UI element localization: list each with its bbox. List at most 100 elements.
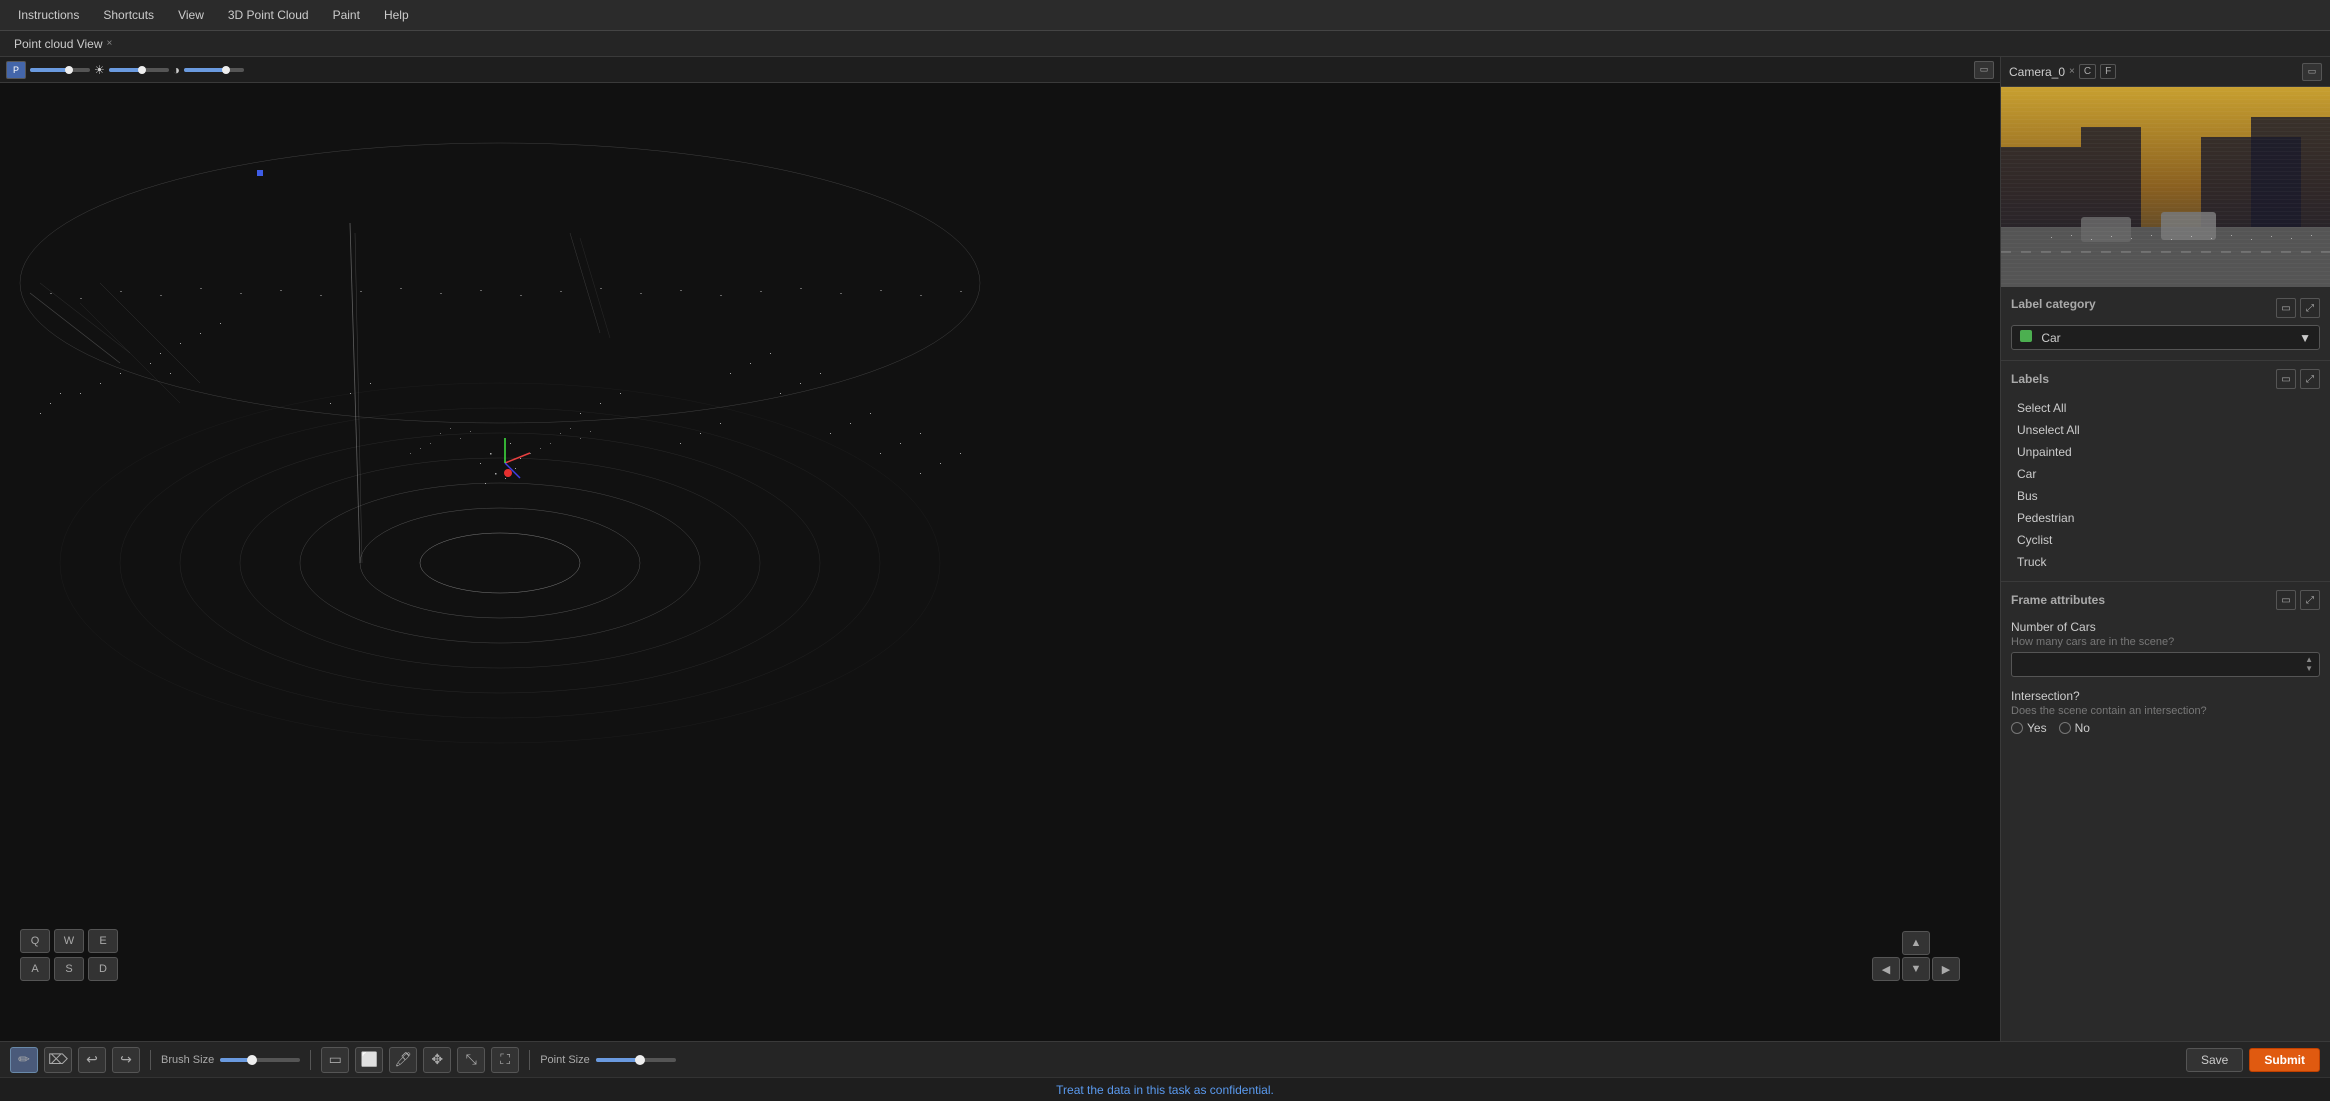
key-row-top: Q W E bbox=[20, 929, 118, 953]
navigation-arrows: ▲ ◀ ▼ ▶ bbox=[1872, 931, 1960, 981]
label-select-all[interactable]: Select All bbox=[2011, 397, 2320, 419]
separator-2 bbox=[310, 1050, 311, 1070]
minimize-btn[interactable]: ▭ bbox=[1974, 61, 1994, 79]
menu-shortcuts[interactable]: Shortcuts bbox=[93, 4, 164, 26]
tab-point-cloud[interactable]: Point cloud View × bbox=[8, 35, 118, 53]
num-cars-input[interactable]: ▲ ▼ bbox=[2011, 652, 2320, 677]
label-car[interactable]: Car bbox=[2011, 463, 2320, 485]
key-q[interactable]: Q bbox=[20, 929, 50, 953]
menu-instructions[interactable]: Instructions bbox=[8, 4, 89, 26]
label-unselect-all[interactable]: Unselect All bbox=[2011, 419, 2320, 441]
frame-attr-header: Frame attributes ▭ ⤢ bbox=[2011, 590, 2320, 610]
key-s[interactable]: S bbox=[54, 957, 84, 981]
category-color-swatch bbox=[2020, 330, 2032, 342]
rectangle-subtract-btn[interactable]: ⬜ bbox=[355, 1047, 383, 1073]
labels-collapse-btn[interactable]: ▭ bbox=[2276, 369, 2296, 389]
camera-header: Camera_0 × C F ▭ bbox=[2001, 57, 2330, 87]
label-unpainted[interactable]: Unpainted bbox=[2011, 441, 2320, 463]
labels-controls: ▭ ⤢ bbox=[2276, 369, 2320, 389]
nav-down-btn[interactable]: ▼ bbox=[1902, 957, 1930, 981]
labels-title: Labels bbox=[2011, 372, 2049, 386]
menu-paint[interactable]: Paint bbox=[323, 4, 370, 26]
save-button[interactable]: Save bbox=[2186, 1048, 2243, 1072]
intersection-no[interactable]: No bbox=[2059, 721, 2090, 735]
brush-size-label: Brush Size bbox=[161, 1054, 214, 1066]
camera-collapse-btn[interactable]: ▭ bbox=[2302, 63, 2322, 81]
camera-badge-c: C bbox=[2079, 64, 2096, 79]
erase-tool-btn[interactable]: ⌦ bbox=[44, 1047, 72, 1073]
brush-size-slider[interactable] bbox=[220, 1058, 300, 1062]
menu-3d-point-cloud[interactable]: 3D Point Cloud bbox=[218, 4, 319, 26]
tab-label: Point cloud View bbox=[14, 37, 103, 51]
pcl-toolbar: P ☀ ◑ ▭ bbox=[0, 57, 2000, 83]
category-dropdown[interactable]: Car ▼ bbox=[2011, 325, 2320, 350]
num-cars-label: Number of Cars bbox=[2011, 620, 2320, 634]
point-cloud-viewport[interactable]: P ☀ ◑ ▭ bbox=[0, 57, 2000, 1041]
intersection-radio-group: Yes No bbox=[2011, 721, 2320, 735]
key-row-bottom: A S D bbox=[20, 957, 118, 981]
menu-bar: Instructions Shortcuts View 3D Point Clo… bbox=[0, 0, 2330, 31]
key-w[interactable]: W bbox=[54, 929, 84, 953]
polygon-tool-btn[interactable]: 🖊 bbox=[389, 1047, 417, 1073]
menu-view[interactable]: View bbox=[168, 4, 214, 26]
redo-tool-btn[interactable]: ↪ bbox=[112, 1047, 140, 1073]
point-cloud-svg bbox=[0, 83, 2000, 1041]
fullscreen-tool-btn[interactable]: ⛶ bbox=[491, 1047, 519, 1073]
nav-up-btn[interactable]: ▲ bbox=[1902, 931, 1930, 955]
intersection-desc: Does the scene contain an intersection? bbox=[2011, 705, 2320, 717]
label-pedestrian[interactable]: Pedestrian bbox=[2011, 507, 2320, 529]
label-category-collapse-btn[interactable]: ▭ bbox=[2276, 298, 2296, 318]
submit-button[interactable]: Submit bbox=[2249, 1048, 2320, 1072]
point-size-label: Point Size bbox=[540, 1054, 590, 1066]
label-truck[interactable]: Truck bbox=[2011, 551, 2320, 573]
keyboard-hints: Q W E A S D bbox=[20, 929, 118, 981]
camera-image bbox=[2001, 87, 2330, 287]
camera-label: Camera_0 × C F bbox=[2009, 64, 2116, 79]
key-d[interactable]: D bbox=[88, 957, 118, 981]
brightness-icon: ☀ bbox=[94, 63, 105, 77]
draw-tool-btn[interactable]: ✏ bbox=[10, 1047, 38, 1073]
contrast-icon: ◑ bbox=[173, 63, 180, 77]
frame-attr-expand-btn[interactable]: ⤢ bbox=[2300, 590, 2320, 610]
brush-size-container: Brush Size bbox=[161, 1054, 300, 1066]
point-size-slider[interactable] bbox=[596, 1058, 676, 1062]
tab-close-btn[interactable]: × bbox=[107, 38, 113, 49]
label-category-expand-btn[interactable]: ⤢ bbox=[2300, 298, 2320, 318]
right-panel: Camera_0 × C F ▭ bbox=[2000, 57, 2330, 1041]
resize-tool-btn[interactable]: ⤡ bbox=[457, 1047, 485, 1073]
labels-expand-btn[interactable]: ⤢ bbox=[2300, 369, 2320, 389]
camera-close-btn[interactable]: × bbox=[2069, 66, 2075, 77]
bottom-toolbar: ✏ ⌦ ↩ ↪ Brush Size ▭ ⬜ 🖊 ✥ ⤡ ⛶ Point Siz… bbox=[0, 1041, 2330, 1077]
rectangle-tool-btn[interactable]: ▭ bbox=[321, 1047, 349, 1073]
label-cyclist[interactable]: Cyclist bbox=[2011, 529, 2320, 551]
third-slider[interactable] bbox=[184, 68, 244, 72]
num-cars-desc: How many cars are in the scene? bbox=[2011, 636, 2320, 648]
intersection-label: Intersection? bbox=[2011, 689, 2320, 703]
intersection-field: Intersection? Does the scene contain an … bbox=[2011, 689, 2320, 735]
frame-attr-title: Frame attributes bbox=[2011, 593, 2105, 607]
dropdown-arrow: ▼ bbox=[2299, 331, 2311, 345]
radio-yes-label: Yes bbox=[2027, 721, 2047, 735]
p-badge[interactable]: P bbox=[6, 61, 26, 79]
point-size-container: Point Size bbox=[540, 1054, 676, 1066]
separator-1 bbox=[150, 1050, 151, 1070]
move-tool-btn[interactable]: ✥ bbox=[423, 1047, 451, 1073]
num-cars-down[interactable]: ▼ bbox=[2305, 665, 2313, 673]
menu-help[interactable]: Help bbox=[374, 4, 419, 26]
status-message: Treat the data in this task as confident… bbox=[1056, 1083, 1274, 1097]
nav-right-btn[interactable]: ▶ bbox=[1932, 957, 1960, 981]
nav-left-btn[interactable]: ◀ bbox=[1872, 957, 1900, 981]
frame-attr-collapse-btn[interactable]: ▭ bbox=[2276, 590, 2296, 610]
key-a[interactable]: A bbox=[20, 957, 50, 981]
num-cars-up[interactable]: ▲ bbox=[2305, 656, 2313, 664]
camera-name: Camera_0 bbox=[2009, 65, 2065, 79]
intersection-yes[interactable]: Yes bbox=[2011, 721, 2047, 735]
radio-no-circle bbox=[2059, 722, 2071, 734]
key-e[interactable]: E bbox=[88, 929, 118, 953]
undo-tool-btn[interactable]: ↩ bbox=[78, 1047, 106, 1073]
frame-attributes-section: Frame attributes ▭ ⤢ Number of Cars How … bbox=[2001, 582, 2330, 755]
separator-3 bbox=[529, 1050, 530, 1070]
brightness-slider[interactable] bbox=[30, 68, 90, 72]
contrast-slider[interactable] bbox=[109, 68, 169, 72]
label-bus[interactable]: Bus bbox=[2011, 485, 2320, 507]
